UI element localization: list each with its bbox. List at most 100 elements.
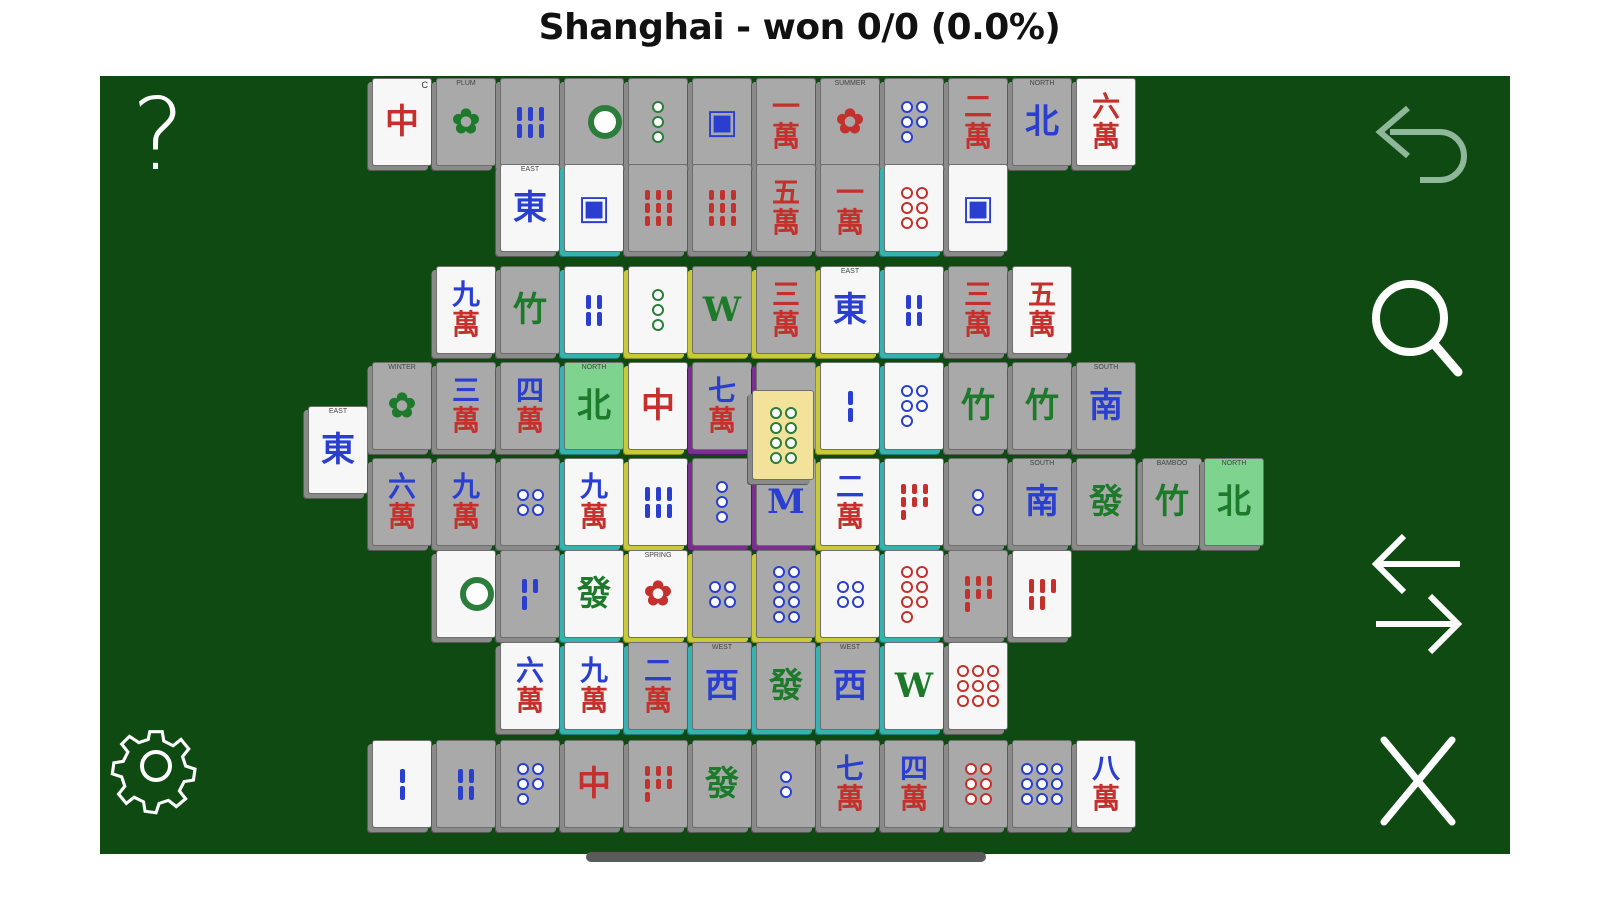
- character-number: 九: [451, 278, 480, 311]
- mahjong-tile[interactable]: [628, 458, 688, 546]
- mahjong-tile[interactable]: [564, 78, 624, 166]
- mahjong-tile[interactable]: [884, 550, 944, 638]
- mahjong-tile[interactable]: 九萬: [436, 458, 496, 546]
- mahjong-tile[interactable]: [756, 740, 816, 828]
- mahjong-tile[interactable]: ▣: [948, 164, 1008, 252]
- mahjong-tile[interactable]: 發: [1076, 458, 1136, 546]
- mahjong-tile[interactable]: 四萬: [500, 362, 560, 450]
- mahjong-tile[interactable]: 發: [756, 642, 816, 730]
- mahjong-tile[interactable]: [692, 458, 752, 546]
- mahjong-tile[interactable]: 五萬: [756, 164, 816, 252]
- mahjong-tile[interactable]: [820, 362, 880, 450]
- character-number: 八: [1091, 752, 1120, 785]
- mahjong-tile[interactable]: [372, 740, 432, 828]
- mahjong-tile[interactable]: EAST 東: [500, 164, 560, 252]
- mahjong-tile[interactable]: W: [884, 642, 944, 730]
- mahjong-tile[interactable]: WEST 西: [820, 642, 880, 730]
- circle-suit-icon: [1021, 763, 1063, 805]
- mahjong-tile[interactable]: [628, 740, 688, 828]
- tile-face: 四萬: [500, 362, 560, 450]
- mahjong-tile[interactable]: [692, 550, 752, 638]
- mahjong-tile[interactable]: 竹: [948, 362, 1008, 450]
- mahjong-tile[interactable]: 三萬: [756, 266, 816, 354]
- mahjong-tile[interactable]: 中: [564, 740, 624, 828]
- close-button[interactable]: [1368, 726, 1468, 836]
- mahjong-tile[interactable]: 中: [628, 362, 688, 450]
- mahjong-tile[interactable]: [948, 740, 1008, 828]
- mahjong-tile[interactable]: [436, 740, 496, 828]
- mahjong-tile[interactable]: [948, 550, 1008, 638]
- tile-face: 二萬: [948, 78, 1008, 166]
- mahjong-tile[interactable]: 一萬: [756, 78, 816, 166]
- settings-button[interactable]: [106, 706, 206, 826]
- game-board[interactable]: ? 中 C PLUM ✿ ▣ 一萬 SUMMER ✿ 二 萬 NORTH 北 六…: [100, 76, 1510, 854]
- mahjong-tile[interactable]: 發: [692, 740, 752, 828]
- mahjong-tile[interactable]: 六萬: [500, 642, 560, 730]
- mahjong-tile[interactable]: [500, 458, 560, 546]
- mahjong-tile[interactable]: SOUTH 南: [1076, 362, 1136, 450]
- mahjong-tile[interactable]: 竹: [500, 266, 560, 354]
- mahjong-tile[interactable]: 八萬: [1076, 740, 1136, 828]
- mahjong-tile[interactable]: 六萬: [372, 458, 432, 546]
- mahjong-tile[interactable]: EAST 東: [820, 266, 880, 354]
- mahjong-tile[interactable]: [884, 266, 944, 354]
- shuffle-button[interactable]: [1368, 526, 1468, 666]
- mahjong-tile[interactable]: PLUM ✿: [436, 78, 496, 166]
- tile-face: [884, 164, 944, 252]
- mahjong-tile[interactable]: 中C: [372, 78, 432, 166]
- mahjong-tile[interactable]: [752, 390, 814, 480]
- mahjong-tile[interactable]: [948, 642, 1008, 730]
- mahjong-tile[interactable]: [820, 550, 880, 638]
- mahjong-tile[interactable]: 三萬: [436, 362, 496, 450]
- mahjong-tile[interactable]: 發: [564, 550, 624, 638]
- mahjong-tile[interactable]: [1012, 550, 1072, 638]
- mahjong-tile[interactable]: 九萬: [564, 458, 624, 546]
- mahjong-tile[interactable]: 二萬: [948, 78, 1008, 166]
- mahjong-tile[interactable]: 五萬: [1012, 266, 1072, 354]
- mahjong-tile[interactable]: 一萬: [820, 164, 880, 252]
- mahjong-tile[interactable]: W: [692, 266, 752, 354]
- mahjong-tile[interactable]: 七萬: [692, 362, 752, 450]
- mahjong-tile[interactable]: [628, 164, 688, 252]
- mahjong-tile[interactable]: [884, 78, 944, 166]
- mahjong-tile[interactable]: SPRING ✿: [628, 550, 688, 638]
- mahjong-tile[interactable]: 三萬: [948, 266, 1008, 354]
- mahjong-tile[interactable]: 竹: [1012, 362, 1072, 450]
- mahjong-tile[interactable]: 二萬: [628, 642, 688, 730]
- mahjong-tile[interactable]: [884, 164, 944, 252]
- mahjong-tile[interactable]: NORTH 北: [564, 362, 624, 450]
- mahjong-tile[interactable]: [500, 740, 560, 828]
- mahjong-tile[interactable]: BAMBOO 竹: [1142, 458, 1202, 546]
- mahjong-tile[interactable]: [884, 362, 944, 450]
- mahjong-tile[interactable]: [948, 458, 1008, 546]
- mahjong-tile[interactable]: [692, 164, 752, 252]
- mahjong-tile[interactable]: NORTH 北: [1204, 458, 1264, 546]
- mahjong-tile[interactable]: WEST 西: [692, 642, 752, 730]
- mahjong-tile[interactable]: WINTER ✿: [372, 362, 432, 450]
- mahjong-tile[interactable]: [436, 550, 496, 638]
- mahjong-tile[interactable]: [500, 550, 560, 638]
- mahjong-tile[interactable]: [564, 266, 624, 354]
- mahjong-tile[interactable]: 四萬: [884, 740, 944, 828]
- character-number: 二: [835, 470, 864, 503]
- mahjong-tile[interactable]: EAST 東: [308, 406, 368, 494]
- mahjong-tile[interactable]: 九萬: [436, 266, 496, 354]
- mahjong-tile[interactable]: 九萬: [564, 642, 624, 730]
- help-button[interactable]: ?: [126, 80, 190, 190]
- mahjong-tile[interactable]: 六萬: [1076, 78, 1136, 166]
- mahjong-tile[interactable]: [628, 266, 688, 354]
- mahjong-tile[interactable]: [884, 458, 944, 546]
- mahjong-tile[interactable]: 七萬: [820, 740, 880, 828]
- mahjong-tile[interactable]: SOUTH 南: [1012, 458, 1072, 546]
- mahjong-tile[interactable]: NORTH 北: [1012, 78, 1072, 166]
- mahjong-tile[interactable]: [500, 78, 560, 166]
- mahjong-tile[interactable]: SUMMER ✿: [820, 78, 880, 166]
- hint-search-button[interactable]: [1368, 272, 1468, 384]
- mahjong-tile[interactable]: [756, 550, 816, 638]
- mahjong-tile[interactable]: ▣: [692, 78, 752, 166]
- undo-button[interactable]: [1368, 82, 1468, 192]
- mahjong-tile[interactable]: [1012, 740, 1072, 828]
- mahjong-tile[interactable]: [628, 78, 688, 166]
- mahjong-tile[interactable]: 二萬: [820, 458, 880, 546]
- mahjong-tile[interactable]: ▣: [564, 164, 624, 252]
